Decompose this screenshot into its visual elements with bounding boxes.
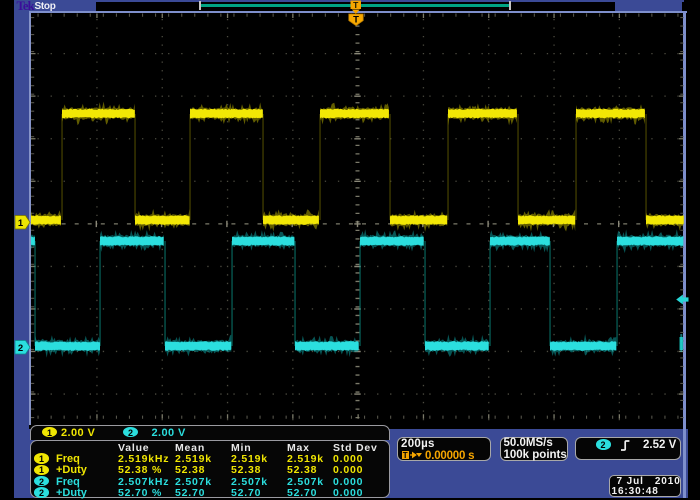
- svg-text:2: 2: [18, 343, 23, 354]
- svg-text:T: T: [353, 15, 359, 26]
- svg-text:1: 1: [18, 218, 24, 229]
- svg-text:T: T: [353, 0, 359, 10]
